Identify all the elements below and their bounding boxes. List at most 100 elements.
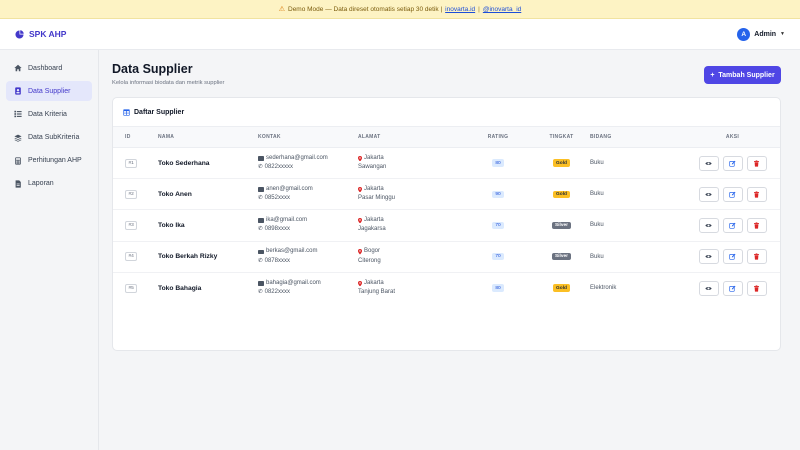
trash-icon	[754, 285, 759, 292]
sidebar: Dashboard Data Supplier Data Kriteria Da…	[0, 50, 99, 450]
rating-badge: 80	[492, 284, 504, 292]
edit-button[interactable]	[722, 280, 743, 296]
supplier-name: Toko Bahagia	[158, 284, 202, 292]
col-tingkat: TINGKAT	[549, 134, 574, 140]
view-button[interactable]	[698, 155, 719, 171]
warning-icon: ⚠	[278, 6, 285, 13]
col-kontak: KONTAK	[258, 134, 281, 140]
tier-badge: Gold	[553, 159, 570, 167]
tier-badge: Silver	[551, 252, 572, 261]
trash-icon	[754, 222, 759, 229]
edit-icon	[729, 253, 736, 260]
top-navbar: SPK AHP A Admin ▼	[0, 19, 800, 50]
supplier-city: Bogor	[364, 248, 381, 255]
map-pin-icon	[358, 280, 362, 287]
supplier-name: Toko Ika	[158, 221, 185, 229]
phone-line: ✆ 0898xxxx	[258, 225, 358, 235]
demo-separator: |	[478, 5, 480, 13]
phone-icon: ✆	[258, 195, 263, 202]
supplier-district: Jagakarsa	[358, 226, 386, 233]
delete-button[interactable]	[746, 280, 767, 296]
row-actions	[698, 217, 767, 233]
instagram-link[interactable]: @inovarta_id	[483, 6, 521, 13]
map-pin-icon	[358, 217, 362, 224]
supplier-name: Toko Anen	[158, 190, 192, 198]
col-rating: RATING	[487, 134, 509, 140]
supplier-field: Buku	[590, 160, 604, 167]
edit-icon	[729, 285, 736, 292]
sidebar-item-label: Dashboard	[28, 64, 63, 72]
sidebar-item-perhitungan-ahp[interactable]: Perhitungan AHP	[6, 151, 92, 171]
col-nama: NAMA	[158, 134, 175, 140]
website-link[interactable]: inovarta.id	[445, 6, 475, 13]
envelope-icon	[258, 187, 264, 192]
phone-line: ✆ 0852xxxx	[258, 194, 358, 204]
home-icon	[14, 64, 22, 72]
rating-badge: 90	[492, 190, 504, 198]
edit-button[interactable]	[722, 155, 743, 171]
add-supplier-button[interactable]: + Tambah Supplier	[704, 66, 781, 84]
supplier-email: anen@gmail.com	[266, 185, 313, 192]
sidebar-item-label: Data SubKriteria	[28, 134, 80, 142]
table-header-row: ID NAMA KONTAK ALAMAT RATING TINGKAT BID…	[113, 126, 780, 148]
email-line: ika@gmail.com	[258, 216, 358, 226]
city-line: Jakarta	[358, 279, 463, 289]
supplier-district: Tanjung Barat	[358, 289, 396, 296]
view-button[interactable]	[698, 217, 719, 233]
delete-button[interactable]	[746, 217, 767, 233]
list-icon	[14, 111, 22, 118]
phone-icon: ✆	[258, 257, 263, 264]
table-icon	[123, 108, 130, 116]
table-row: #1 Toko Sederhana sederhana@gmail.com ✆ 0…	[113, 148, 780, 179]
supplier-district: Citerong	[358, 257, 381, 264]
supplier-phone: 0898xxxx	[264, 226, 290, 233]
user-menu[interactable]: A Admin ▼	[737, 27, 785, 41]
plus-icon: +	[710, 71, 715, 79]
sidebar-item-data-subkriteria[interactable]: Data SubKriteria	[6, 128, 92, 148]
table-row: #2 Toko Anen anen@gmail.com ✆ 0852xxxx Ja…	[113, 179, 780, 210]
main-content: Data Supplier Kelola informasi biodata d…	[99, 50, 800, 450]
map-pin-icon	[358, 155, 362, 162]
brand[interactable]: SPK AHP	[15, 29, 66, 39]
pie-chart-icon	[15, 29, 24, 39]
view-button[interactable]	[698, 186, 719, 202]
delete-button[interactable]	[746, 155, 767, 171]
sidebar-item-data-kriteria[interactable]: Data Kriteria	[6, 104, 92, 124]
view-button[interactable]	[698, 249, 719, 265]
eye-icon	[705, 223, 712, 227]
row-actions	[698, 186, 767, 202]
card-title: Daftar Supplier	[134, 108, 185, 116]
supplier-table: ID NAMA KONTAK ALAMAT RATING TINGKAT BID…	[113, 126, 780, 303]
supplier-email: sederhana@gmail.com	[266, 154, 328, 161]
eye-icon	[705, 286, 712, 290]
row-actions	[698, 155, 767, 171]
page-title: Data Supplier	[112, 62, 193, 76]
row-actions	[698, 249, 767, 265]
supplier-phone: 0878xxxx	[264, 257, 290, 264]
phone-line: ✆ 0878xxxx	[258, 257, 358, 267]
sidebar-item-dashboard[interactable]: Dashboard	[6, 58, 92, 78]
edit-button[interactable]	[722, 249, 743, 265]
supplier-district: Pasar Minggu	[358, 195, 396, 202]
brand-name: SPK AHP	[29, 29, 67, 39]
supplier-city: Jakarta	[364, 216, 384, 223]
view-button[interactable]	[698, 280, 719, 296]
delete-button[interactable]	[746, 186, 767, 202]
supplier-phone: 0852xxxx	[264, 195, 290, 202]
eye-icon	[705, 192, 712, 196]
table-row: #3 Toko Ika ika@gmail.com ✆ 0898xxxx Jaka…	[113, 210, 780, 242]
sidebar-item-data-supplier[interactable]: Data Supplier	[6, 81, 92, 102]
edit-button[interactable]	[722, 217, 743, 233]
sidebar-item-laporan[interactable]: Laporan	[6, 174, 92, 194]
rating-badge: 80	[492, 159, 504, 167]
phone-icon: ✆	[258, 226, 263, 233]
supplier-email: ika@gmail.com	[266, 216, 308, 223]
city-line: Jakarta	[358, 216, 463, 226]
file-icon	[15, 180, 21, 188]
trash-icon	[754, 160, 759, 167]
delete-button[interactable]	[746, 249, 767, 265]
supplier-city: Jakarta	[364, 185, 384, 192]
avatar: A	[737, 27, 751, 41]
edit-button[interactable]	[722, 186, 743, 202]
city-line: Jakarta	[358, 154, 463, 164]
